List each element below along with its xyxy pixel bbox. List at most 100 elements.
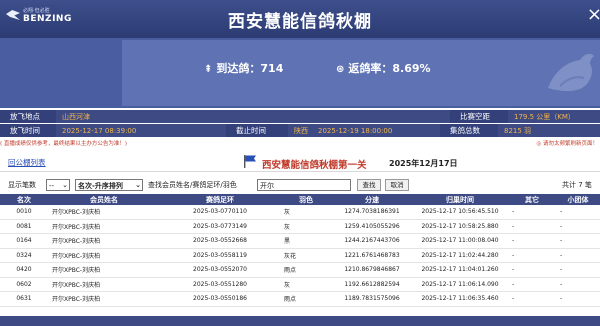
page-title: 西安慧能信鸽秋棚: [228, 12, 372, 32]
cell-rank: 0010: [0, 205, 48, 220]
col-speed[interactable]: 分速: [332, 194, 412, 205]
cell-member: 开尔XPBC-刘庆柏: [48, 219, 160, 234]
sort-select[interactable]: 名次-升序排列 ⌄: [75, 179, 143, 191]
cell-other: -: [508, 262, 556, 278]
cell-member: 开尔XPBC-刘庆柏: [48, 262, 160, 278]
cancel-button[interactable]: 取消: [385, 179, 409, 191]
stats-banner: [0, 38, 600, 108]
cell-color: 雨点: [280, 291, 332, 307]
cell-ring: 2025-03-0550186: [160, 291, 280, 307]
table-header-row: 名次 会员姓名 赛鸽足环 羽色 分速 归巢时间 其它 小团体: [0, 194, 600, 205]
table-row[interactable]: 0324 开尔XPBC-刘庆柏 2025-03-0558119 灰花 1221.…: [0, 248, 600, 263]
cell-rank: 0081: [0, 219, 48, 234]
cell-color: 灰: [280, 219, 332, 234]
cell-group: -: [556, 248, 600, 263]
cell-speed: 1259.4105055296: [332, 219, 412, 234]
app-header: 必翔·但必胜 BENZING 西安慧能信鸽秋棚 ×: [0, 0, 600, 38]
cell-ring: 2025-03-0552070: [160, 262, 280, 278]
chevron-down-icon: ⌄: [62, 181, 68, 189]
cell-member: 开尔XPBC-刘庆柏: [48, 233, 160, 249]
cell-arrival-time: 2025-12-17 11:06:35.460: [412, 291, 508, 307]
cell-color: 雨点: [280, 262, 332, 278]
cell-speed: 1221.6761468783: [332, 248, 412, 263]
cell-other: -: [508, 205, 556, 220]
notice-bar: ( 直播成绩仅供参考，最终结果以主办方公告为准！) ◎ 请勿太频繁刷新页面！: [0, 139, 600, 148]
cell-speed: 1210.8679846867: [332, 262, 412, 278]
cell-other: -: [508, 219, 556, 234]
cell-arrival-time: 2025-12-17 11:04:01.260: [412, 262, 508, 278]
end-time-value: 2025-12-19 18:00:00: [318, 126, 393, 135]
race-title: 西安慧能信鸽秋棚第一关: [262, 160, 367, 171]
release-time-value: 2025-12-17 08:39:00: [62, 126, 137, 135]
table-row[interactable]: 0631 开尔XPBC-刘庆柏 2025-03-0550186 雨点 1189.…: [0, 291, 600, 307]
table-row[interactable]: 0010 开尔XPBC-刘庆柏 2025-03-0770110 灰 1274.7…: [0, 205, 600, 220]
cell-rank: 0631: [0, 291, 48, 307]
return-rate-stat: ⊛ 返鸽率：8.69%: [336, 60, 431, 76]
close-icon[interactable]: ×: [587, 4, 600, 25]
cell-color: 灰花: [280, 248, 332, 263]
table-row[interactable]: 0081 开尔XPBC-刘庆柏 2025-03-0773149 灰 1259.4…: [0, 219, 600, 234]
col-ring[interactable]: 赛鸽足环: [160, 194, 280, 205]
cell-ring: 2025-03-0552668: [160, 233, 280, 249]
return-icon: ⊛: [336, 64, 345, 75]
col-rank[interactable]: 名次: [0, 194, 48, 205]
cell-arrival-time: 2025-12-17 10:58:25.880: [412, 219, 508, 234]
search-label: 查找会员姓名/赛鸽足环/羽色: [148, 181, 237, 189]
refresh-warning: ◎ 请勿太频繁刷新页面！: [536, 141, 598, 147]
cell-arrival-time: 2025-12-17 10:56:45.510: [412, 205, 508, 220]
table-row[interactable]: 0420 开尔XPBC-刘庆柏 2025-03-0552070 雨点 1210.…: [0, 262, 600, 278]
flag-icon: [244, 155, 256, 168]
cell-ring: 2025-03-0551280: [160, 277, 280, 292]
cell-ring: 2025-03-0770110: [160, 205, 280, 220]
search-value: 开尔: [260, 182, 274, 190]
total-value: 8215 羽: [504, 126, 532, 135]
arrived-value: 714: [260, 62, 284, 75]
release-place-label: 放飞地点: [10, 112, 40, 121]
cell-speed: 1244.2167443706: [332, 233, 412, 249]
release-place-value: 山西河津: [62, 112, 90, 121]
chevron-down-icon: ⌄: [135, 181, 141, 189]
total-count: 共计 7 笔: [562, 181, 592, 189]
end-time-region: 陕西: [294, 126, 308, 135]
cell-group: -: [556, 277, 600, 292]
back-to-list-link[interactable]: 回公棚列表: [8, 157, 46, 168]
search-input[interactable]: 开尔: [257, 179, 351, 191]
cell-member: 开尔XPBC-刘庆柏: [48, 205, 160, 220]
cell-other: -: [508, 277, 556, 292]
arrive-icon: ⇞: [204, 64, 213, 75]
cell-arrival-time: 2025-12-17 11:02:44.280: [412, 248, 508, 263]
cell-speed: 1274.7038186391: [332, 205, 412, 220]
table-row[interactable]: 0164 开尔XPBC-刘庆柏 2025-03-0552668 黑 1244.2…: [0, 233, 600, 249]
end-time-label: 截止时间: [236, 126, 266, 135]
cell-member: 开尔XPBC-刘庆柏: [48, 277, 160, 292]
col-color[interactable]: 羽色: [280, 194, 332, 205]
cell-speed: 1189.7831575096: [332, 291, 412, 307]
info-row-2: 放飞时间 2025-12-17 08:39:00 截止时间 陕西 2025-12…: [0, 124, 600, 137]
cell-color: 灰: [280, 205, 332, 220]
cell-other: -: [508, 233, 556, 249]
col-arrival-time[interactable]: 归巢时间: [412, 194, 508, 205]
pigeon-watermark-icon: [548, 53, 594, 91]
distance-value: 179.5 公里（KM）: [514, 112, 575, 121]
distance-label: 比赛空距: [460, 112, 490, 121]
return-label: 返鸽率：: [348, 62, 393, 75]
results-table: 名次 会员姓名 赛鸽足环 羽色 分速 归巢时间 其它 小团体 0010 开尔XP…: [0, 194, 600, 307]
total-label: 集鸽总数: [450, 126, 480, 135]
show-count-select[interactable]: -- ⌄: [46, 179, 70, 191]
cell-arrival-time: 2025-12-17 11:06:14.090: [412, 277, 508, 292]
col-member[interactable]: 会员姓名: [48, 194, 160, 205]
cell-speed: 1192.6612882594: [332, 277, 412, 292]
table-controls: 显示笔数 -- ⌄ 名次-升序排列 ⌄ 查找会员姓名/赛鸽足环/羽色 开尔 查找 取…: [0, 179, 600, 193]
cell-member: 开尔XPBC-刘庆柏: [48, 291, 160, 307]
table-row[interactable]: 0602 开尔XPBC-刘庆柏 2025-03-0551280 灰 1192.6…: [0, 277, 600, 292]
disclaimer-text: ( 直播成绩仅供参考，最终结果以主办方公告为准！): [0, 141, 128, 147]
arrived-label: 到达鸽：: [216, 62, 261, 75]
col-group[interactable]: 小团体: [556, 194, 600, 205]
cell-arrival-time: 2025-12-17 11:00:08.040: [412, 233, 508, 249]
search-button[interactable]: 查找: [357, 179, 381, 191]
release-time-label: 放飞时间: [10, 126, 40, 135]
col-other[interactable]: 其它: [508, 194, 556, 205]
cell-ring: 2025-03-0773149: [160, 219, 280, 234]
cell-rank: 0420: [0, 262, 48, 278]
sort-value: 名次-升序排列: [78, 182, 123, 190]
